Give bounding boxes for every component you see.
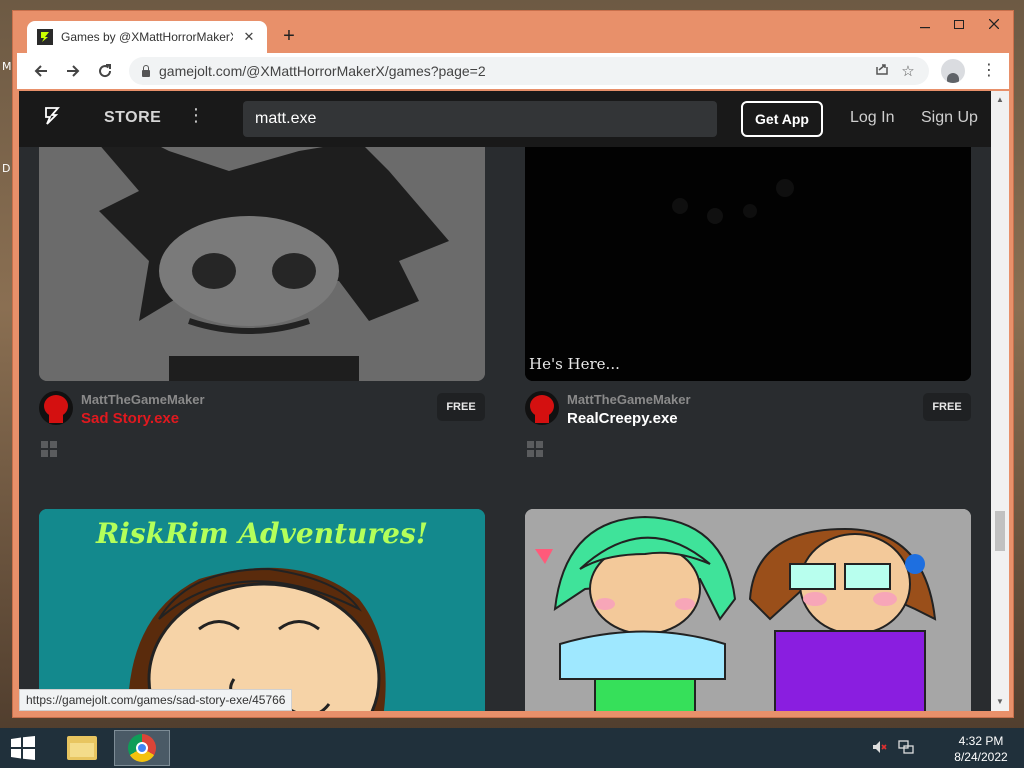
title-bar: Games by @XMattHorrorMakerX ✕ + (13, 11, 1013, 53)
scroll-thumb[interactable] (995, 511, 1005, 551)
minimize-button[interactable] (909, 13, 941, 35)
system-clock[interactable]: 4:32 PM 8/24/2022 (948, 733, 1014, 765)
game-title[interactable]: RealCreepy.exe (567, 410, 678, 427)
file-explorer-taskbar-icon[interactable] (54, 730, 110, 766)
developer-name[interactable]: MattTheGameMaker (567, 392, 691, 407)
game-title[interactable]: Sad Story.exe (81, 410, 179, 427)
store-link[interactable]: STORE (104, 109, 161, 127)
get-app-button[interactable]: Get App (741, 101, 823, 137)
reload-icon[interactable] (93, 59, 117, 83)
close-window-button[interactable] (977, 13, 1011, 35)
profile-icon[interactable] (941, 59, 965, 83)
menu-icon[interactable]: ⋮ (979, 59, 999, 83)
maximize-button[interactable] (943, 13, 975, 35)
game-thumbnail[interactable] (525, 509, 971, 711)
page-scrollbar[interactable]: ▲ ▼ (991, 91, 1009, 711)
desktop-edge-text: M (2, 60, 12, 73)
network-icon[interactable] (898, 740, 914, 757)
thumbnail-caption: He's Here... (529, 355, 620, 373)
url-text[interactable]: gamejolt.com/@XMattHorrorMakerX/games?pa… (159, 63, 865, 79)
star-icon[interactable]: ☆ (899, 62, 917, 80)
site-header: STORE ⋮ matt.exe Get App Log In Sign Up (19, 91, 991, 147)
browser-window: Games by @XMattHorrorMakerX ✕ + gamejolt… (12, 10, 1014, 718)
chrome-taskbar-icon[interactable] (114, 730, 170, 766)
back-icon[interactable] (29, 59, 53, 83)
clock-date: 8/24/2022 (954, 750, 1008, 764)
game-meta: MattTheGameMaker Sad Story.exe FREE (39, 391, 485, 457)
search-input[interactable]: matt.exe (243, 101, 717, 137)
browser-tab[interactable]: Games by @XMattHorrorMakerX ✕ (27, 21, 267, 53)
signup-link[interactable]: Sign Up (921, 109, 978, 127)
status-bar-url: https://gamejolt.com/games/sad-story-exe… (19, 689, 293, 711)
address-bar[interactable]: gamejolt.com/@XMattHorrorMakerX/games?pa… (129, 57, 929, 85)
tab-close-icon[interactable]: ✕ (241, 29, 257, 45)
more-options-icon[interactable]: ⋮ (187, 105, 205, 126)
tab-title: Games by @XMattHorrorMakerX (61, 30, 233, 44)
price-badge: FREE (923, 393, 971, 421)
gamejolt-favicon-icon (37, 29, 53, 45)
volume-muted-icon[interactable] (872, 740, 888, 757)
page-viewport: STORE ⋮ matt.exe Get App Log In Sign Up (19, 91, 991, 711)
scroll-up-icon[interactable]: ▲ (995, 95, 1005, 104)
price-badge: FREE (437, 393, 485, 421)
browser-toolbar: gamejolt.com/@XMattHorrorMakerX/games?pa… (17, 53, 1009, 89)
clock-time: 4:32 PM (958, 734, 1004, 748)
login-link[interactable]: Log In (850, 109, 894, 127)
taskbar: 4:32 PM 8/24/2022 (0, 728, 1024, 768)
forward-icon[interactable] (61, 59, 85, 83)
game-thumbnail[interactable]: RiskRim Adventures! (39, 509, 485, 711)
windows-platform-icon (41, 441, 57, 457)
windows-start-icon[interactable] (10, 736, 36, 760)
developer-avatar[interactable] (39, 391, 73, 425)
new-tab-button[interactable]: + (277, 25, 301, 47)
developer-name[interactable]: MattTheGameMaker (81, 392, 205, 407)
desktop-edge-text: D (2, 162, 11, 175)
share-icon[interactable] (873, 62, 891, 80)
game-meta: MattTheGameMaker RealCreepy.exe FREE (525, 391, 971, 457)
lock-icon[interactable] (141, 65, 151, 77)
thumbnail-heading: RiskRim Adventures! (95, 517, 428, 550)
gamejolt-logo-icon[interactable] (43, 107, 61, 131)
developer-avatar[interactable] (525, 391, 559, 425)
games-grid: MattTheGameMaker Sad Story.exe FREE He's… (19, 91, 991, 711)
scroll-down-icon[interactable]: ▼ (995, 697, 1005, 706)
windows-platform-icon (527, 441, 543, 457)
